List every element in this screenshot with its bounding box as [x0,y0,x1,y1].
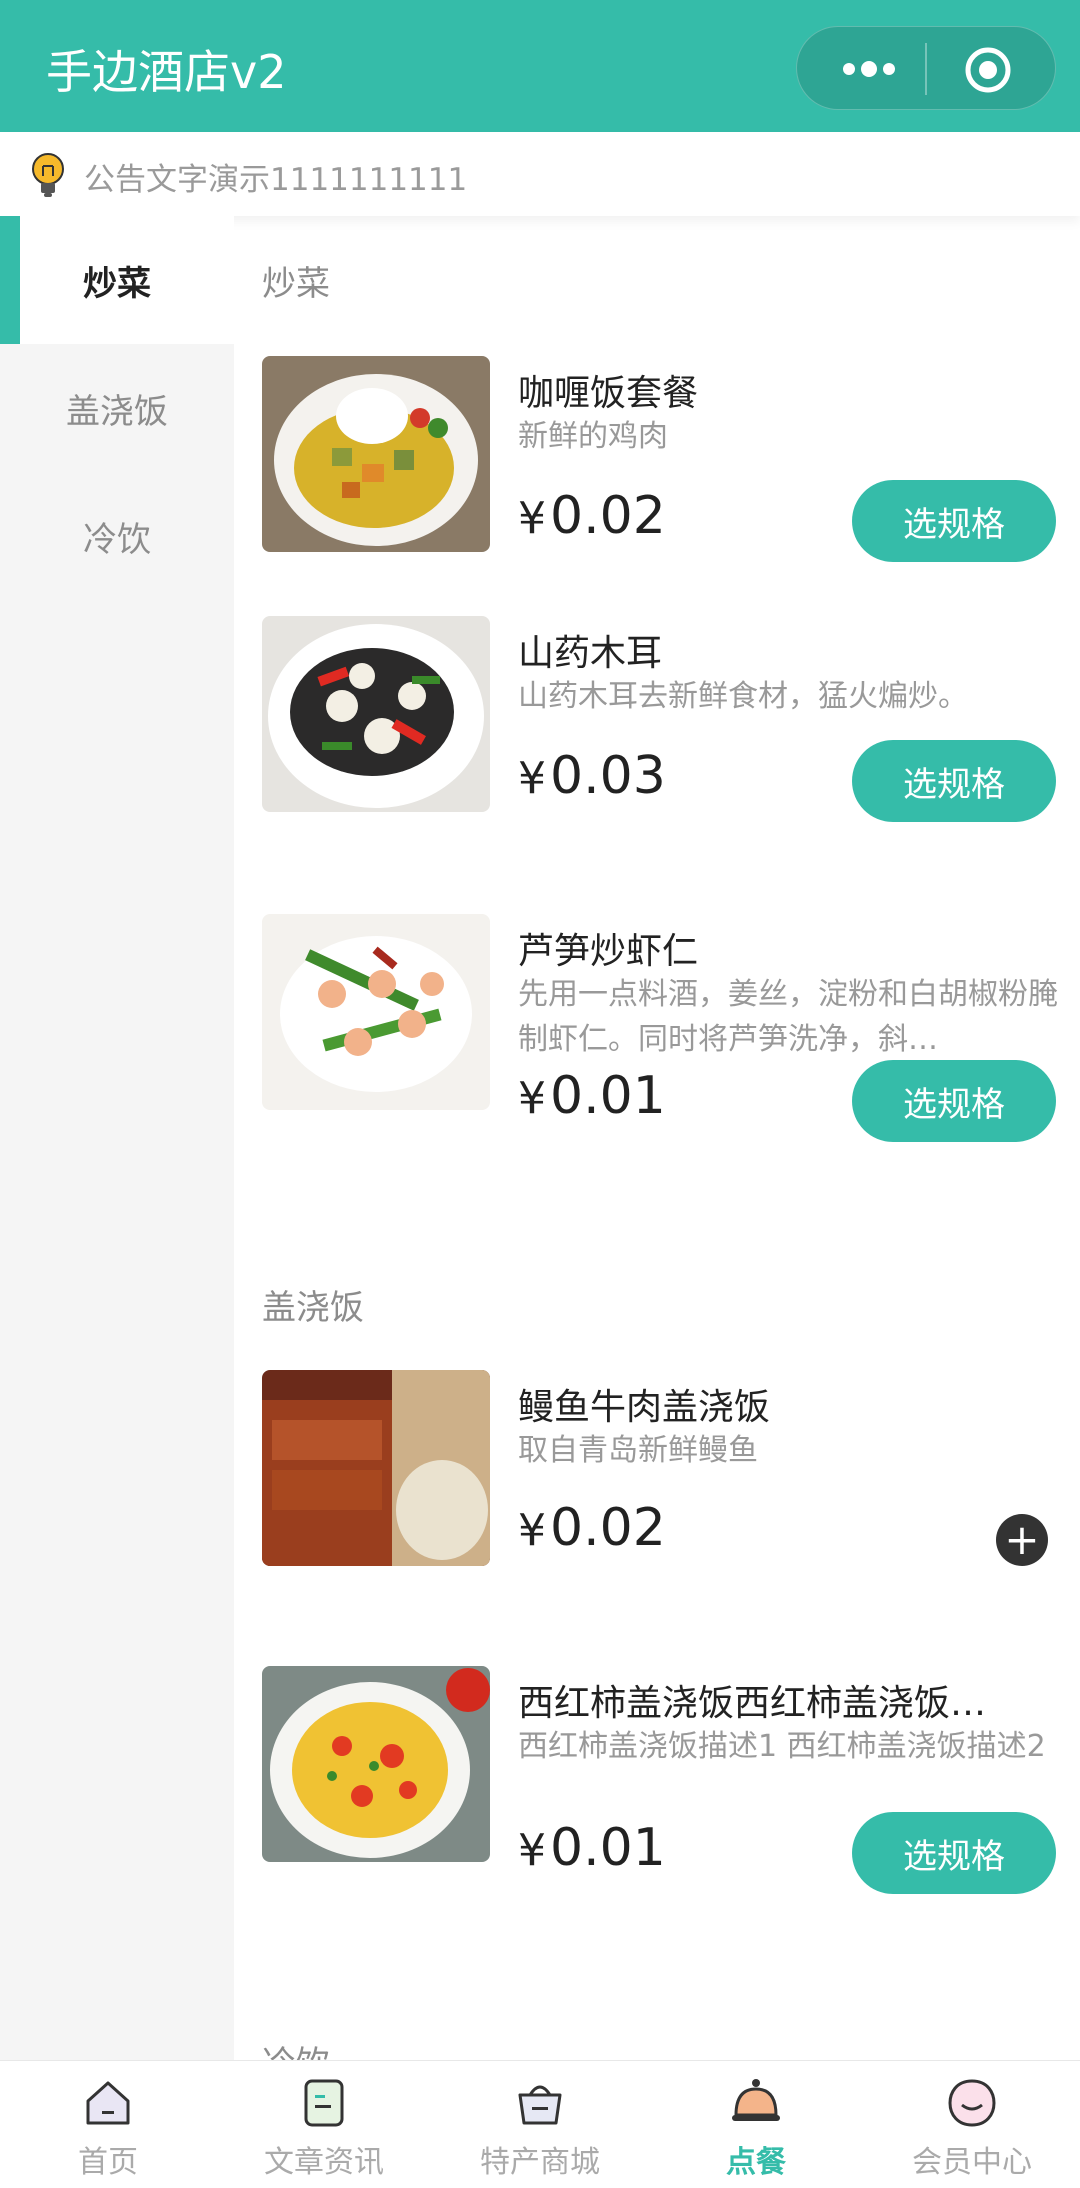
tab-label: 会员中心 [912,2145,1032,2180]
section-title-rice-bowl: 盖浇饭 [262,1288,364,1328]
select-spec-button[interactable]: 选规格 [852,1060,1056,1142]
select-spec-button[interactable]: 选规格 [852,740,1056,822]
dish-name: 鳗鱼牛肉盖浇饭 [518,1387,771,1428]
service-bell-icon [732,2079,780,2121]
tab-articles[interactable]: 文章资讯 [216,2061,432,2188]
dish-photo-shrimp [262,914,490,1110]
tab-home[interactable]: 首页 [0,2061,216,2188]
sidebar-item-stir-fry[interactable]: 炒菜 [0,216,234,344]
page-title: 手边酒店v2 [46,45,287,99]
dish-price: ¥0.01 [518,1818,666,1878]
select-spec-button[interactable]: 选规格 [852,480,1056,562]
dish-photo-tomato [262,1666,490,1862]
dish-name: 芦笋炒虾仁 [518,931,699,972]
section-title-cold-drinks: 冷饮 [262,2036,330,2060]
home-icon [86,2081,130,2125]
price-value: 0.01 [550,1066,666,1126]
bottom-tab-bar: 首页 文章资讯 特产商城 点餐 会员中心 [0,2060,1080,2188]
dish-desc: 西红柿盖浇饭描述1 西红柿盖浇饭描述2 [518,1729,1046,1764]
dish-name: 咖喱饭套餐 [518,373,699,414]
dish-price: ¥0.02 [518,486,666,546]
add-to-cart-button[interactable]: + [996,1514,1048,1566]
price-value: 0.02 [550,1498,666,1558]
tab-label: 特产商城 [480,2145,600,2180]
dish-name: 西红柿盖浇饭西红柿盖浇饭… [518,1683,987,1724]
dish-price: ¥0.01 [518,1066,666,1126]
dish-photo-eel [262,1370,490,1566]
tab-order[interactable]: 点餐 [648,2061,864,2188]
more-dots-icon[interactable] [837,55,901,83]
shopping-bag-icon [518,2085,562,2125]
currency-symbol: ¥ [518,1825,546,1876]
dish-name: 山药木耳 [518,633,663,674]
app-root: 手边酒店v2 公告文字演示1111111111 炒菜 盖浇饭 冷饮 炒菜 咖喱饭… [0,0,1080,2188]
notice-text: 公告文字演示1111111111 [84,162,468,198]
price-value: 0.02 [550,486,666,546]
tab-label: 文章资讯 [264,2145,384,2180]
section-title-stir-fry: 炒菜 [262,264,330,304]
dish-price: ¥0.03 [518,746,666,806]
capsule-divider [925,43,927,95]
member-face-icon [948,2079,996,2127]
dish-desc: 先用一点料酒，姜丝，淀粉和白胡椒粉腌制虾仁。同时将芦笋洗净，斜… [518,977,1058,1057]
dish-desc: 山药木耳去新鲜食材，猛火煸炒。 [518,679,968,714]
currency-symbol: ¥ [518,753,546,804]
menu-list[interactable]: 炒菜 咖喱饭套餐 新鲜的鸡肉 ¥0.02 选规格 山药木耳 山药木耳去新鲜食材，… [234,216,1080,2060]
lightbulb-icon [32,153,64,197]
article-icon [304,2079,344,2127]
nav-header: 手边酒店v2 [0,0,1080,132]
dish-photo-curry [262,356,490,552]
currency-symbol: ¥ [518,493,546,544]
dish-photo-yam [262,616,490,812]
price-value: 0.03 [550,746,666,806]
tab-label: 首页 [78,2145,138,2180]
dish-price: ¥0.02 [518,1498,666,1558]
mini-program-capsule [796,26,1056,110]
price-value: 0.01 [550,1818,666,1878]
tab-label: 点餐 [726,2145,786,2180]
notice-bar[interactable]: 公告文字演示1111111111 [0,132,1080,216]
category-sidebar: 炒菜 盖浇饭 冷饮 [0,216,234,2060]
currency-symbol: ¥ [518,1505,546,1556]
currency-symbol: ¥ [518,1073,546,1124]
tab-mall[interactable]: 特产商城 [432,2061,648,2188]
dish-desc: 取自青岛新鲜鳗鱼 [518,1433,758,1468]
sidebar-item-rice-bowl[interactable]: 盖浇饭 [0,344,234,472]
target-circle-icon[interactable] [963,45,1013,95]
dish-desc: 新鲜的鸡肉 [518,419,668,454]
sidebar-item-cold-drinks[interactable]: 冷饮 [0,472,234,600]
select-spec-button[interactable]: 选规格 [852,1812,1056,1894]
tab-member[interactable]: 会员中心 [864,2061,1080,2188]
